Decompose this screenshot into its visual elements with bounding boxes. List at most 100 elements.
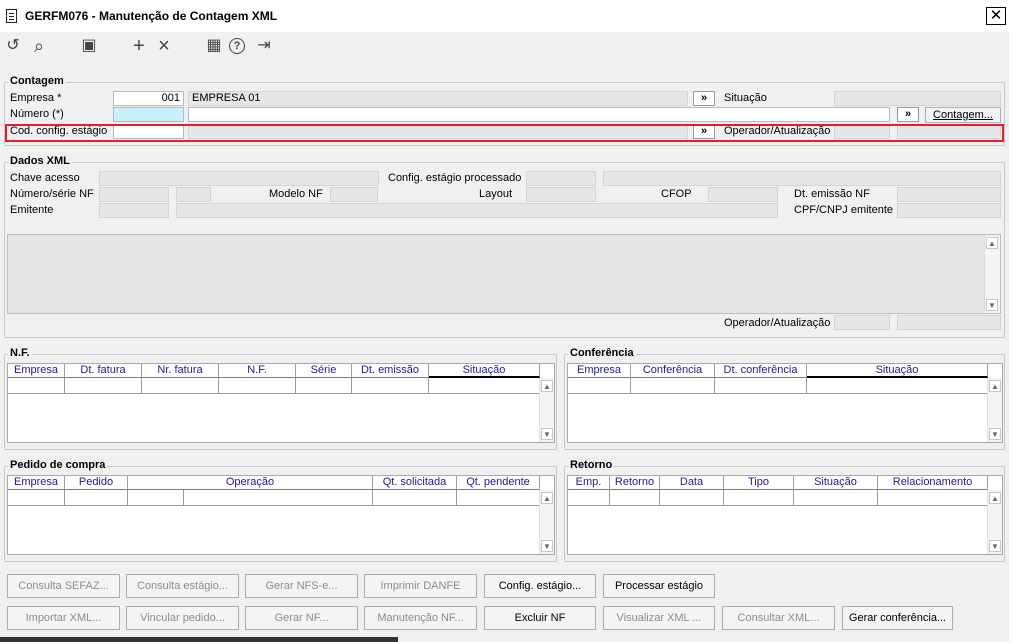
scroll-down-icon[interactable]: ▼ [989,428,1001,440]
scroll-up-icon[interactable]: ▲ [989,492,1001,504]
nf-col-nf[interactable]: N.F. [219,364,296,378]
taskbar-edge [0,637,398,642]
modelo-nf-label: Modelo NF [269,188,323,200]
ped-cell[interactable] [184,490,373,506]
processar-estagio-button[interactable]: Processar estágio [603,574,715,598]
nf-cell[interactable] [352,378,429,394]
nf-col-dt-emissao[interactable]: Dt. emissão [352,364,429,378]
imprimir-danfe-button[interactable]: Imprimir DANFE [364,574,477,598]
ret-cell[interactable] [794,490,878,506]
nf-cell[interactable] [142,378,219,394]
nf-col-serie[interactable]: Série [296,364,352,378]
save-icon[interactable]: ▣ [79,36,99,56]
undo-icon[interactable]: ↺ [3,36,23,56]
pedido-scrollbar[interactable]: ▲ ▼ [539,490,554,554]
layout-label: Layout [479,188,513,200]
numero-field[interactable] [113,107,184,122]
conferencia-legend: Conferência [568,347,636,359]
conf-col-conferencia[interactable]: Conferência [631,364,715,378]
importar-xml-button[interactable]: Importar XML... [7,606,120,630]
ret-cell[interactable] [610,490,660,506]
nf-col-nr-fatura[interactable]: Nr. fatura [142,364,219,378]
conf-cell[interactable] [631,378,715,394]
close-button[interactable]: ✕ [986,7,1006,25]
ret-col-emp[interactable]: Emp. [568,476,610,490]
ped-col-empresa[interactable]: Empresa [8,476,65,490]
conferencia-scrollbar[interactable]: ▲ ▼ [987,378,1002,442]
vincular-pedido-button[interactable]: Vincular pedido... [126,606,239,630]
help-icon[interactable]: ? [229,38,245,54]
nf-cell[interactable] [65,378,142,394]
ped-col-qt-solicitada[interactable]: Qt. solicitada [373,476,457,490]
conf-cell[interactable] [715,378,807,394]
scroll-up-icon[interactable]: ▲ [541,492,553,504]
serie-nf-field [176,187,211,202]
nf-cell[interactable] [219,378,296,394]
scroll-down-icon[interactable]: ▼ [989,540,1001,552]
xml-scrollbar[interactable]: ▲ ▼ [984,235,1000,313]
gerar-nf-button[interactable]: Gerar NF... [245,606,358,630]
ped-col-pedido[interactable]: Pedido [65,476,128,490]
consultar-xml-button[interactable]: Consultar XML... [722,606,835,630]
conf-col-dt-conferencia[interactable]: Dt. conferência [715,364,807,378]
gerar-conferencia-button[interactable]: Gerar conferência... [842,606,953,630]
nf-col-dt-fatura[interactable]: Dt. fatura [65,364,142,378]
excluir-nf-button[interactable]: Excluir NF [484,606,596,630]
config-estagio-button[interactable]: Config. estágio... [484,574,596,598]
nf-cell[interactable] [8,378,65,394]
contagem-button[interactable]: Contagem... [925,107,1001,123]
ped-cell[interactable] [8,490,65,506]
ret-cell[interactable] [878,490,988,506]
conf-col-situacao[interactable]: Situação [807,364,988,378]
ret-col-relacionamento[interactable]: Relacionamento [878,476,988,490]
visualizar-xml-button[interactable]: Visualizar XML ... [603,606,715,630]
conf-col-empresa[interactable]: Empresa [568,364,631,378]
numero-lookup-button[interactable]: » [897,107,919,122]
nf-col-empresa[interactable]: Empresa [8,364,65,378]
consulta-estagio-button[interactable]: Consulta estágio... [126,574,239,598]
retorno-grid[interactable]: Emp. Retorno Data Tipo Situação Relacion… [567,475,1003,555]
gerar-nfse-button[interactable]: Gerar NFS-e... [245,574,358,598]
nf-grid[interactable]: Empresa Dt. fatura Nr. fatura N.F. Série… [7,363,555,443]
add-icon[interactable]: + [129,36,149,56]
highlight-box [5,124,1004,142]
ped-col-operacao[interactable]: Operação [128,476,373,490]
retorno-scrollbar[interactable]: ▲ ▼ [987,490,1002,554]
ret-cell[interactable] [568,490,610,506]
conf-cell[interactable] [807,378,988,394]
nf-col-situacao[interactable]: Situação [429,364,540,378]
scroll-down-icon[interactable]: ▼ [541,540,553,552]
conferencia-grid[interactable]: Empresa Conferência Dt. conferência Situ… [567,363,1003,443]
numero-description-field[interactable] [188,107,890,122]
ret-cell[interactable] [660,490,724,506]
empresa-lookup-button[interactable]: » [693,91,715,106]
calendar-icon[interactable]: ▦ [204,36,224,56]
conf-cell[interactable] [568,378,631,394]
remove-icon[interactable]: × [154,36,174,56]
scroll-up-icon[interactable]: ▲ [986,237,998,249]
nf-scrollbar[interactable]: ▲ ▼ [539,378,554,442]
pedido-grid[interactable]: Empresa Pedido Operação Qt. solicitada Q… [7,475,555,555]
consulta-sefaz-button[interactable]: Consulta SEFAZ... [7,574,120,598]
empresa-code-field[interactable]: 001 [113,91,184,106]
ret-col-data[interactable]: Data [660,476,724,490]
xml-content-area[interactable] [7,234,1001,314]
ped-cell[interactable] [373,490,457,506]
nf-cell[interactable] [429,378,540,394]
ped-cell[interactable] [128,490,184,506]
search-icon[interactable]: ⌕ [29,36,49,56]
manutencao-nf-button[interactable]: Manutenção NF... [364,606,477,630]
ret-col-retorno[interactable]: Retorno [610,476,660,490]
ped-col-qt-pendente[interactable]: Qt. pendente [457,476,540,490]
scroll-down-icon[interactable]: ▼ [986,299,998,311]
scroll-down-icon[interactable]: ▼ [541,428,553,440]
ped-cell[interactable] [65,490,128,506]
ret-col-situacao[interactable]: Situação [794,476,878,490]
nf-cell[interactable] [296,378,352,394]
exit-icon[interactable]: ⇥ [254,36,274,56]
ret-cell[interactable] [724,490,794,506]
ped-cell[interactable] [457,490,540,506]
scroll-up-icon[interactable]: ▲ [989,380,1001,392]
scroll-up-icon[interactable]: ▲ [541,380,553,392]
ret-col-tipo[interactable]: Tipo [724,476,794,490]
